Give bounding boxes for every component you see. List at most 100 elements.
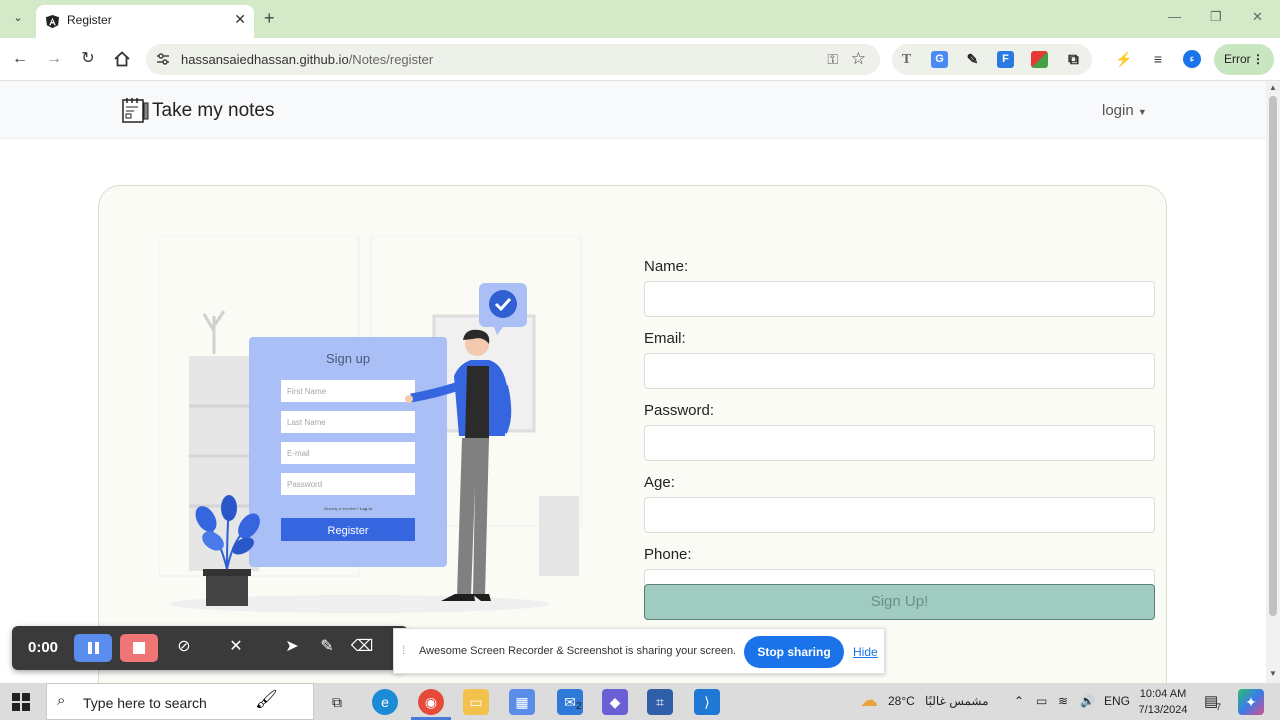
site-navbar: Take my notes login ▼ bbox=[0, 81, 1266, 139]
recording-timer: 0:00 bbox=[28, 639, 59, 656]
eyedropper-icon[interactable]: ✎ bbox=[964, 51, 981, 68]
battery-icon[interactable]: ▭ bbox=[1036, 694, 1047, 708]
media-icon[interactable]: ≡ bbox=[1148, 49, 1168, 69]
puzzle-icon[interactable]: ⧉ bbox=[1065, 51, 1082, 68]
caret-down-icon: ▼ bbox=[1137, 107, 1147, 117]
weather-text[interactable]: مشمس غالبًا bbox=[925, 694, 989, 708]
password-input[interactable] bbox=[644, 425, 1155, 461]
hide-link[interactable]: Hide bbox=[853, 645, 878, 659]
minimize-button[interactable]: — bbox=[1168, 9, 1181, 24]
weather-icon[interactable]: ☁ bbox=[860, 690, 878, 711]
close-icon[interactable]: ✕ bbox=[234, 11, 246, 28]
illustration-field: First Name bbox=[287, 387, 327, 396]
tab-title: Register bbox=[67, 13, 112, 27]
task-view-icon[interactable]: ⧉ bbox=[324, 689, 350, 715]
drag-handle-icon[interactable]: ⁞ bbox=[402, 643, 405, 657]
tab-search-button[interactable]: ⌄ bbox=[8, 8, 28, 28]
page-scrollbar[interactable]: ▲ ▼ bbox=[1266, 81, 1280, 683]
scroll-down-icon[interactable]: ▼ bbox=[1269, 669, 1277, 678]
pause-button[interactable] bbox=[74, 634, 112, 662]
illustration-field: Password bbox=[287, 480, 322, 489]
error-button[interactable]: Error ⋮ bbox=[1214, 44, 1274, 75]
site-settings-icon[interactable] bbox=[155, 51, 171, 67]
register-form: Name: Email: Password: Age: Phone: bbox=[644, 258, 1156, 618]
illustration-title: Sign up bbox=[326, 351, 370, 366]
stop-sharing-button[interactable]: Stop sharing bbox=[744, 636, 844, 668]
phone-label: Phone: bbox=[644, 546, 692, 563]
name-input[interactable] bbox=[644, 281, 1155, 317]
chrome-icon[interactable]: ◉ bbox=[418, 689, 444, 715]
signup-button[interactable]: Sign Up! bbox=[644, 584, 1155, 620]
restore-button[interactable]: ❐ bbox=[1210, 9, 1222, 25]
email-input[interactable] bbox=[644, 353, 1155, 389]
notification-count: 7 bbox=[1216, 702, 1222, 712]
edge-icon[interactable]: e bbox=[372, 689, 398, 715]
camera-off-icon[interactable]: ⊘ bbox=[172, 636, 196, 656]
weather-temp[interactable]: 28°C bbox=[888, 694, 915, 708]
new-tab-button[interactable]: + bbox=[264, 8, 275, 29]
search-highlight-icon[interactable]: 🖌 bbox=[255, 689, 278, 710]
stop-recording-button[interactable] bbox=[120, 634, 158, 662]
login-dropdown[interactable]: login ▼ bbox=[1102, 102, 1147, 119]
back-button[interactable]: ← bbox=[10, 49, 30, 69]
graph-app-icon[interactable]: ⌗ bbox=[647, 689, 673, 715]
windows-taskbar: ⌕ Type here to search 🖌 ⧉ e ◉ ▭ ▦ ✉ 2 ◆ … bbox=[0, 683, 1280, 720]
signup-illustration: Sign up First Name Last Name E-mail Pass… bbox=[159, 236, 582, 613]
forward-button[interactable]: → bbox=[44, 49, 64, 69]
profile-avatar[interactable]: ء bbox=[1183, 50, 1201, 68]
browser-toolbar: ← → ↻ hassansaiedhassan.github.io/Notes/… bbox=[0, 38, 1280, 81]
star-icon[interactable]: ☆ bbox=[851, 49, 866, 69]
chevron-up-icon[interactable]: ⌃ bbox=[1014, 694, 1024, 708]
scroll-thumb[interactable] bbox=[1269, 96, 1277, 616]
key-icon[interactable]: ⚿ bbox=[827, 51, 838, 68]
taskbar-search[interactable]: ⌕ Type here to search 🖌 bbox=[46, 683, 314, 720]
screen-share-bar: ⁞ Awesome Screen Recorder & Screenshot i… bbox=[393, 628, 885, 674]
wifi-icon[interactable]: ≋ bbox=[1058, 694, 1068, 708]
mic-off-icon[interactable]: ✕ bbox=[224, 636, 248, 656]
translate-icon[interactable]: G bbox=[931, 51, 948, 68]
search-icon: ⌕ bbox=[57, 692, 66, 709]
angular-icon bbox=[45, 14, 60, 29]
close-window-button[interactable]: ✕ bbox=[1252, 9, 1263, 25]
f-extension-icon[interactable]: F bbox=[997, 51, 1014, 68]
name-label: Name: bbox=[644, 258, 689, 275]
age-label: Age: bbox=[644, 474, 675, 491]
illustration-footer-link: Log in bbox=[360, 506, 373, 511]
tab-strip: ⌄ Register ✕ + — ❐ ✕ bbox=[0, 0, 1280, 38]
share-message: Awesome Screen Recorder & Screenshot is … bbox=[419, 645, 737, 657]
password-label: Password: bbox=[644, 402, 715, 419]
page-viewport: Take my notes login ▼ Sign up First Name… bbox=[0, 81, 1266, 683]
illustration-register-label: Register bbox=[328, 525, 369, 537]
illustration-field: E-mail bbox=[287, 449, 310, 458]
tab-register[interactable]: Register ✕ bbox=[36, 5, 254, 38]
file-explorer-icon[interactable]: ▭ bbox=[463, 689, 489, 715]
register-card: Sign up First Name Last Name E-mail Pass… bbox=[98, 185, 1167, 683]
age-input[interactable] bbox=[644, 497, 1155, 533]
app-icon[interactable]: ◆ bbox=[602, 689, 628, 715]
windows-start-icon[interactable] bbox=[12, 693, 30, 711]
extensions-area: T G ✎ F ⧉ bbox=[892, 44, 1092, 75]
cursor-icon[interactable]: ➤ bbox=[280, 636, 304, 656]
reload-button[interactable]: ↻ bbox=[78, 49, 98, 69]
volume-icon[interactable]: 🔊 bbox=[1080, 694, 1095, 708]
recorder-toolbar: 0:00 ⊘ ✕ ➤ ✎ ⌫ bbox=[12, 626, 408, 670]
address-bar[interactable]: hassansaiedhassan.github.io/Notes/regist… bbox=[146, 44, 880, 75]
copilot-icon[interactable]: ✦ bbox=[1238, 689, 1264, 715]
clock-time: 10:04 AM bbox=[1139, 688, 1187, 700]
brand-title[interactable]: Take my notes bbox=[152, 100, 275, 122]
illustration-footer-text: Already a member? bbox=[324, 506, 360, 511]
eraser-icon[interactable]: ⌫ bbox=[350, 636, 374, 656]
clock-date: 7/13/2024 bbox=[1138, 704, 1188, 716]
clock[interactable]: 10:04 AM 7/13/2024 bbox=[1134, 686, 1192, 718]
mail-badge: 2 bbox=[576, 701, 582, 712]
home-icon[interactable] bbox=[112, 49, 132, 69]
language-indicator[interactable]: ENG bbox=[1104, 694, 1130, 708]
scroll-up-icon[interactable]: ▲ bbox=[1269, 83, 1277, 92]
store-icon[interactable]: ▦ bbox=[509, 689, 535, 715]
text-extension-icon[interactable]: T bbox=[898, 51, 915, 68]
notebook-icon[interactable] bbox=[120, 95, 150, 125]
performance-icon[interactable]: ⚡ bbox=[1114, 49, 1134, 69]
colorful-extension-icon[interactable] bbox=[1031, 51, 1048, 68]
vscode-icon[interactable]: ⟩ bbox=[694, 689, 720, 715]
pen-icon[interactable]: ✎ bbox=[315, 636, 339, 656]
